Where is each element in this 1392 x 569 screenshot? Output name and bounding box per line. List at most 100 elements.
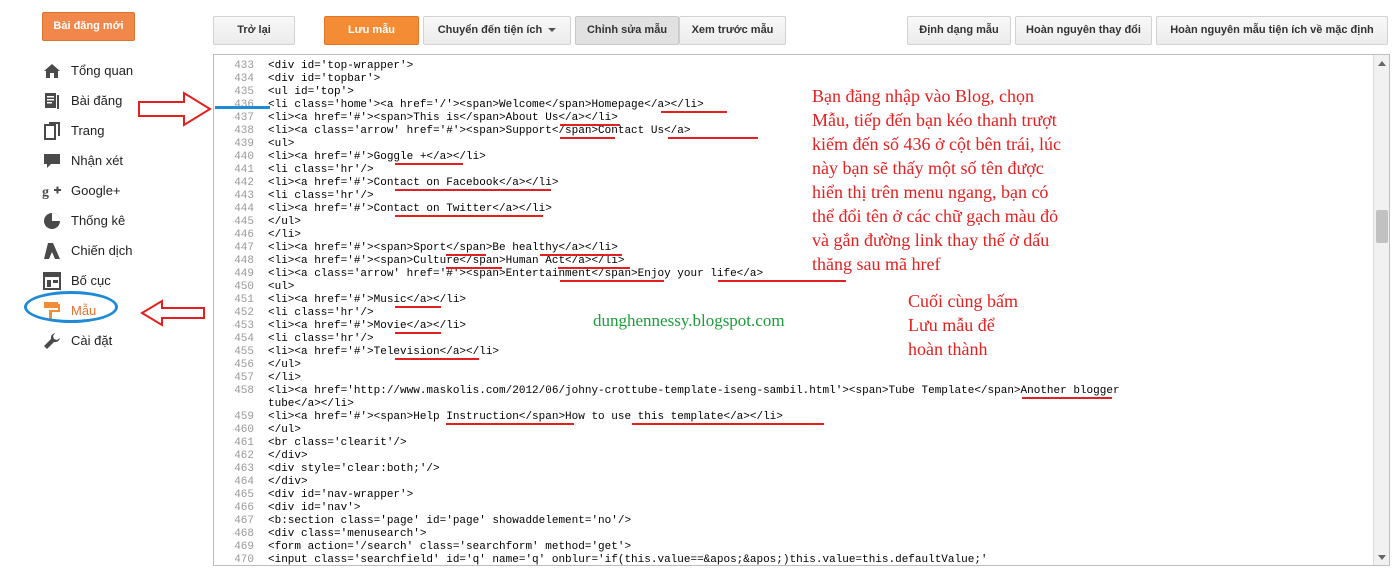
line-number: 452 [234, 307, 254, 319]
line-number: 435 [234, 86, 254, 98]
annotation-underline [632, 423, 824, 425]
line-number: 466 [234, 502, 254, 514]
arrow-right-icon [138, 91, 212, 127]
jump-to-widget-dropdown[interactable]: Chuyển đến tiện ích [423, 16, 571, 45]
line-number: 453 [234, 320, 254, 332]
new-post-button[interactable]: Bài đăng mới [42, 12, 135, 41]
sidebar-item-settings[interactable]: Cài đặt [42, 326, 202, 356]
annotation-underline [540, 254, 622, 256]
line-number: 465 [234, 489, 254, 501]
annotation-underline [558, 267, 630, 269]
chevron-down-icon [548, 28, 557, 33]
edit-template-button[interactable]: Chỉnh sửa mẫu [575, 16, 679, 45]
line-number: 441 [234, 164, 254, 176]
line-number: 449 [234, 268, 254, 280]
code-line: <div class='menusearch'> [268, 528, 427, 540]
line-number: 470 [234, 554, 254, 566]
line-number: 451 [234, 294, 254, 306]
line-number: 467 [234, 515, 254, 527]
annotation-underline [395, 306, 441, 308]
code-line: <div id='nav'> [268, 502, 361, 514]
code-line: <li><a href='http://www.maskolis.com/201… [268, 385, 1120, 397]
line-number: 442 [234, 177, 254, 189]
annotation-underline [395, 332, 441, 334]
sidebar-item-label: Cài đặt [71, 333, 113, 348]
line-number: 459 [234, 411, 254, 423]
revert-widgets-button[interactable]: Hoàn nguyên mẫu tiện ích về mặc định [1156, 16, 1388, 45]
pages-icon [42, 121, 62, 141]
sidebar-item-googleplus[interactable]: g Google+ [42, 176, 202, 206]
line-number: 445 [234, 216, 254, 228]
annotation-underline [560, 280, 664, 282]
note-line: Lưu mẫu để [908, 315, 995, 335]
annotation-underline [395, 215, 543, 217]
sidebar-item-label: Google+ [71, 183, 121, 198]
svg-text:g: g [42, 185, 49, 199]
line-number: 455 [234, 346, 254, 358]
code-line: <form action='/search' class='searchform… [268, 541, 632, 553]
back-button[interactable]: Trở lại [213, 16, 295, 45]
code-editor[interactable]: 433 434 435 436 437 438 439 440 441 442 443 444 445 4… [213, 54, 1390, 566]
revert-changes-button[interactable]: Hoàn nguyên thay đổi [1015, 16, 1152, 45]
format-template-button[interactable]: Định dạng mẫu [907, 16, 1011, 45]
layout-icon [42, 271, 62, 291]
annotation-underline [1022, 397, 1112, 399]
line-number: 440 [234, 151, 254, 163]
code-line: <li class='hr'/> [268, 307, 374, 319]
line-number: 444 [234, 203, 254, 215]
code-line: <div id='nav-wrapper'> [268, 489, 414, 501]
annotation-underline [395, 358, 479, 360]
sidebar-item-label: Thống kê [71, 213, 126, 228]
annotation-underline [395, 189, 551, 191]
dropdown-label: Chuyển đến tiện ích [437, 24, 543, 36]
line-number: 468 [234, 528, 254, 540]
code-line: </ul> [268, 424, 302, 436]
campaign-icon [42, 241, 62, 261]
scroll-thumb[interactable] [1376, 210, 1388, 243]
save-template-button[interactable]: Lưu mẫu [324, 16, 419, 45]
annotation-underline [446, 267, 502, 269]
comments-icon [42, 151, 62, 171]
sidebar-item-label: Bài đăng [71, 93, 123, 108]
stats-icon [42, 211, 62, 231]
note-line: thể đổi tên ở các chữ gạch màu đỏ [812, 206, 1059, 226]
sidebar-item-label: Chiến dịch [71, 243, 133, 258]
note-line: thăng sau mã href [812, 254, 941, 274]
line-number: 462 [234, 450, 254, 462]
annotation-underline [446, 423, 574, 425]
line-number: 448 [234, 255, 254, 267]
line-number: 458 [234, 385, 254, 397]
annotation-underline [395, 163, 463, 165]
code-line: <br class='clearit'/> [268, 437, 407, 449]
sidebar-item-comments[interactable]: Nhận xét [42, 146, 202, 176]
line-number: 437 [234, 112, 254, 124]
annotation-underline [668, 137, 758, 139]
instruction-note: Bạn đăng nhập vào Blog, chọn Mẫu, tiếp đ… [812, 84, 1061, 276]
line-number: 469 [234, 541, 254, 553]
note-line: hoàn thành [908, 339, 988, 359]
code-line: <ul> [268, 281, 295, 293]
line-number: 450 [234, 281, 254, 293]
sidebar-item-stats[interactable]: Thống kê [42, 206, 202, 236]
scroll-up-icon[interactable] [1374, 55, 1389, 70]
line-number: 454 [234, 333, 254, 345]
home-icon [42, 61, 62, 81]
sidebar-item-overview[interactable]: Tổng quan [42, 56, 202, 86]
vertical-scrollbar[interactable] [1373, 55, 1389, 565]
credit-watermark: dunghennessy.blogspot.com [593, 311, 785, 330]
arrow-left-icon [140, 299, 205, 327]
line-number: 439 [234, 138, 254, 150]
annotation-underline [661, 111, 727, 113]
posts-icon [42, 91, 62, 111]
preview-template-button[interactable]: Xem trước mẫu [679, 16, 786, 45]
note-line: Bạn đăng nhập vào Blog, chọn [812, 86, 1034, 106]
final-step-note: Cuối cùng bấm Lưu mẫu để hoàn thành [908, 289, 1018, 361]
line-number: 438 [234, 125, 254, 137]
line-number [214, 398, 254, 411]
line-number: 463 [234, 463, 254, 475]
sidebar-item-campaign[interactable]: Chiến dịch [42, 236, 202, 266]
code-line: <div style='clear:both;'/> [268, 463, 440, 475]
line-number: 460 [234, 424, 254, 436]
line-number: 461 [234, 437, 254, 449]
scroll-down-icon[interactable] [1374, 550, 1389, 565]
